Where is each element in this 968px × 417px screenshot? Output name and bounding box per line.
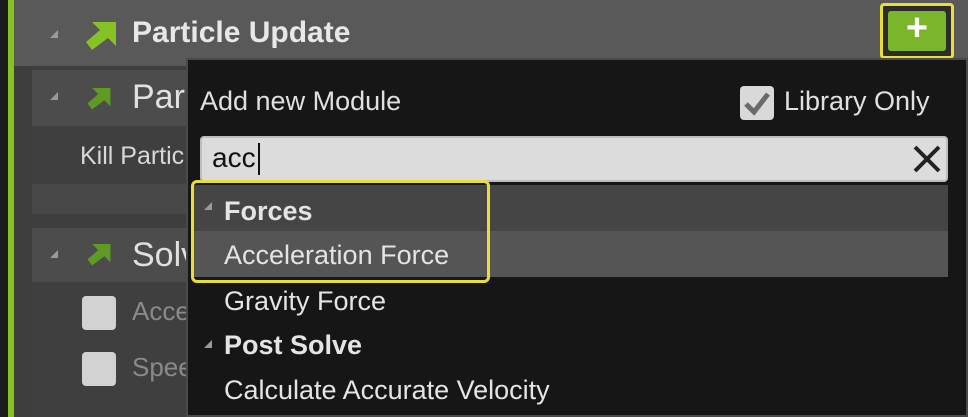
text-caret bbox=[258, 143, 260, 175]
tutorial-highlight-frame bbox=[191, 180, 490, 283]
param-label: Acce bbox=[132, 296, 190, 326]
collapse-triangle-icon[interactable] bbox=[204, 340, 212, 348]
clear-search-icon[interactable] bbox=[908, 140, 946, 178]
checkmark-icon bbox=[744, 92, 770, 116]
module-arrow-icon bbox=[87, 244, 111, 266]
stage-title: Particle Update bbox=[132, 16, 351, 49]
add-module-button[interactable]: + bbox=[880, 3, 954, 59]
plus-icon: + bbox=[905, 7, 929, 49]
particle-update-arrow-icon bbox=[86, 22, 116, 50]
module-item-gravity-force[interactable]: Gravity Force bbox=[224, 286, 386, 317]
module-item-calculate-accurate-velocity[interactable]: Calculate Accurate Velocity bbox=[224, 375, 550, 406]
library-only-checkbox[interactable] bbox=[740, 86, 774, 120]
param-label: Spee bbox=[132, 352, 193, 382]
search-text[interactable]: acc bbox=[212, 142, 256, 174]
library-only-label[interactable]: Library Only bbox=[784, 86, 930, 117]
collapse-triangle-icon[interactable] bbox=[50, 250, 58, 258]
popup-title: Add new Module bbox=[200, 86, 402, 116]
collapse-triangle-icon[interactable] bbox=[50, 30, 58, 38]
module-label: Par bbox=[132, 78, 185, 116]
category-post-solve-label: Post Solve bbox=[224, 330, 363, 360]
module-search-input[interactable] bbox=[200, 136, 948, 182]
collapse-triangle-icon[interactable] bbox=[50, 92, 58, 100]
param-checkbox[interactable] bbox=[82, 296, 116, 330]
kill-particles-label: Kill Partic bbox=[80, 142, 185, 170]
module-arrow-icon bbox=[87, 88, 111, 110]
param-checkbox[interactable] bbox=[82, 352, 116, 386]
